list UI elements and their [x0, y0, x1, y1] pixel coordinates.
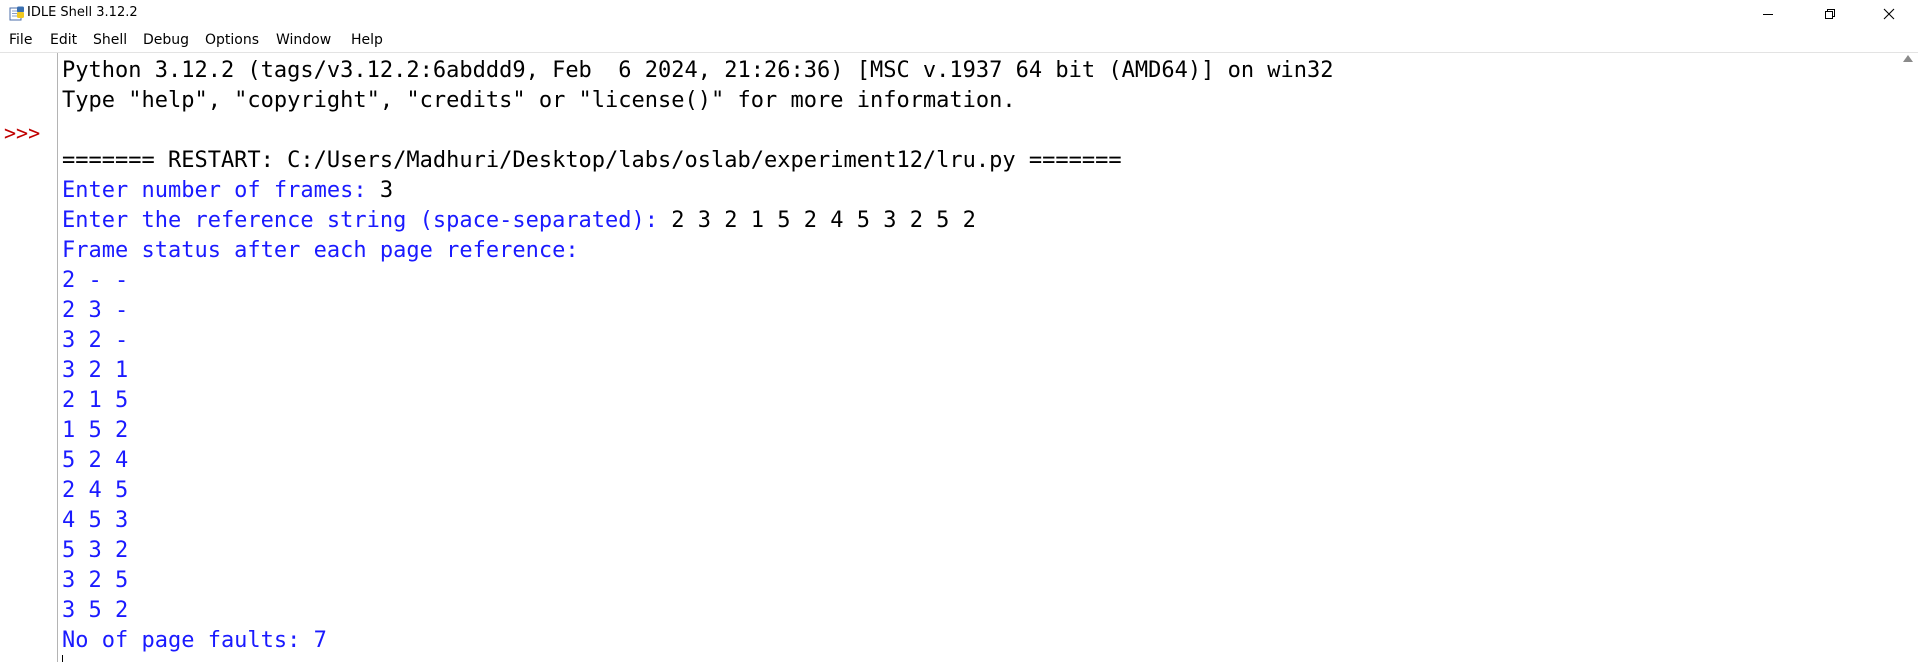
frame-row: 2 3 -: [62, 298, 129, 323]
menu-edit[interactable]: Edit: [50, 32, 77, 48]
scroll-up-arrow-icon[interactable]: [1903, 55, 1913, 62]
menu-debug[interactable]: Debug: [143, 32, 189, 48]
frame-status-header: Frame status after each page reference:: [62, 238, 579, 263]
shell-editor[interactable]: >>> Python 3.12.2 (tags/v3.12.2:6abddd9,…: [0, 52, 1918, 662]
idle-shell-window: IDLE Shell 3.12.2 File Edit Shell Debug …: [0, 0, 1918, 662]
frame-row: 2 4 5: [62, 478, 129, 503]
menu-bar: File Edit Shell Debug Options Window Hel…: [0, 27, 1918, 52]
frame-row: 3 2 5: [62, 568, 129, 593]
frames-prompt-text: Enter number of frames:: [62, 178, 380, 203]
frame-row: 3 2 1: [62, 358, 129, 383]
frame-row: 5 2 4: [62, 448, 129, 473]
reference-input-line: Enter the reference string (space-separa…: [62, 206, 976, 236]
frame-row: 4 5 3: [62, 508, 129, 533]
title-bar: IDLE Shell 3.12.2: [0, 0, 1918, 27]
frame-row: 2 - -: [62, 268, 129, 293]
reference-user-input: 2 3 2 1 5 2 4 5 3 2 5 2: [671, 208, 976, 233]
frame-row: 3 2 -: [62, 328, 129, 353]
menu-file[interactable]: File: [9, 32, 32, 48]
prompt-gutter: >>>: [0, 53, 58, 662]
vertical-scrollbar[interactable]: [1899, 53, 1918, 662]
menu-window[interactable]: Window: [276, 32, 331, 48]
reference-prompt-text: Enter the reference string (space-separa…: [62, 208, 672, 233]
idle-python-icon: [9, 6, 24, 21]
restore-button[interactable]: [1807, 0, 1853, 27]
frame-row: 5 3 2: [62, 538, 129, 563]
menu-shell[interactable]: Shell: [93, 32, 127, 48]
close-button[interactable]: [1866, 0, 1912, 27]
restart-line: ======= RESTART: C:/Users/Madhuri/Deskto…: [62, 148, 1122, 173]
close-icon: [1883, 8, 1895, 19]
frame-row: 1 5 2: [62, 418, 129, 443]
frames-user-input: 3: [379, 178, 394, 203]
shell-prompt: >>>: [4, 121, 41, 145]
menu-help[interactable]: Help: [351, 32, 383, 48]
restore-icon: [1825, 8, 1835, 19]
banner-line-1: Python 3.12.2 (tags/v3.12.2:6abddd9, Feb…: [62, 58, 1334, 83]
text-cursor: [62, 655, 63, 662]
page-faults-line: No of page faults: 7: [62, 628, 327, 653]
minimize-icon: [1763, 13, 1773, 15]
frames-input-line: Enter number of frames: 3: [62, 176, 393, 206]
menu-options[interactable]: Options: [205, 32, 259, 48]
banner-line-2: Type "help", "copyright", "credits" or "…: [62, 88, 1016, 113]
frame-row: 3 5 2: [62, 598, 129, 623]
window-title: IDLE Shell 3.12.2: [27, 5, 138, 20]
minimize-button[interactable]: [1745, 0, 1791, 27]
shell-text-area[interactable]: Python 3.12.2 (tags/v3.12.2:6abddd9, Feb…: [62, 53, 1882, 662]
frame-row: 2 1 5: [62, 388, 129, 413]
